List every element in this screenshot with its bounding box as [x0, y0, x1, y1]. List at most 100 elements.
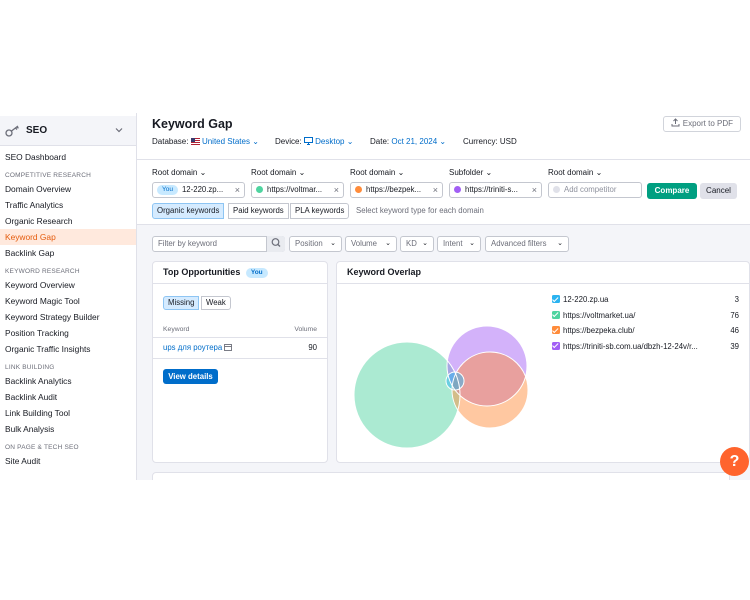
domain-type-selector[interactable]: Subfolder ⌄: [449, 168, 492, 177]
advanced-filters[interactable]: Advanced filters ⌄: [485, 236, 569, 252]
tab-missing[interactable]: Missing: [163, 296, 200, 310]
help-button[interactable]: ?: [720, 447, 749, 476]
date-value: Oct 21, 2024: [391, 137, 438, 146]
date-selector[interactable]: Date: Oct 21, 2024 ⌄: [370, 137, 446, 146]
domain-field-competitor-2[interactable]: https://bezpek... ×: [350, 182, 443, 198]
column-header-volume: Volume: [294, 326, 317, 333]
checkbox-icon[interactable]: [552, 310, 560, 319]
domain-field-competitor-3[interactable]: https://triniti-s... ×: [449, 182, 542, 198]
checkbox-icon[interactable]: [552, 295, 560, 303]
keyword-type-hint-link[interactable]: Select keyword type for each domain: [356, 206, 484, 215]
domain-type-selector[interactable]: Root domain ⌄: [152, 168, 206, 177]
sidebar-item[interactable]: Bulk Analysis: [0, 421, 136, 437]
legend-item[interactable]: 12-220.zp.ua: [552, 295, 609, 304]
you-badge: You: [245, 268, 268, 278]
chevron-down-icon[interactable]: [115, 125, 123, 135]
tab-weak[interactable]: Weak: [201, 296, 231, 310]
checkbox-icon[interactable]: [552, 326, 560, 334]
sidebar-item[interactable]: Position Tracking: [0, 325, 136, 341]
page-header: Keyword Gap Export to PDF Database: Unit…: [137, 113, 750, 160]
green-dot-icon: [256, 186, 263, 193]
domain-type-selector[interactable]: Root domain ⌄: [548, 168, 602, 177]
device-selector[interactable]: Device: Desktop ⌄: [275, 137, 353, 146]
sidebar-item[interactable]: Traffic Analytics: [0, 197, 136, 213]
all-keyword-details-card: [152, 472, 730, 480]
desktop-icon: [303, 137, 313, 145]
view-details-button[interactable]: View details: [163, 369, 218, 384]
domain-type-selector[interactable]: Root domain ⌄: [350, 168, 404, 177]
close-icon[interactable]: ×: [235, 183, 240, 197]
close-icon[interactable]: ×: [334, 183, 339, 197]
legend-item[interactable]: https://triniti-sb.com.ua/dbzh-12-24v/r.…: [552, 341, 698, 351]
us-flag-icon: [190, 138, 200, 145]
device-label: Device:: [275, 137, 302, 146]
sidebar-item[interactable]: Domain Overview: [0, 181, 136, 197]
volume-filter[interactable]: Volume ⌄: [345, 236, 397, 252]
legend-label: https://bezpeka.club/: [563, 326, 635, 335]
top-opportunities-title: Top Opportunities You: [163, 267, 272, 278]
chevron-down-icon: ⌄: [330, 240, 336, 247]
close-icon[interactable]: ×: [532, 183, 537, 197]
kd-filter[interactable]: KD ⌄: [400, 236, 434, 252]
legend-label: https://triniti-sb.com.ua/dbzh-12-24v/r.…: [563, 341, 698, 351]
app-window: SEO SEO Dashboard COMPETITIVE RESEARCH Dom…: [0, 113, 750, 480]
legend-value: 39: [730, 341, 739, 351]
chevron-down-icon: ⌄: [422, 240, 428, 247]
cancel-button[interactable]: Cancel: [700, 183, 737, 199]
chevron-down-icon: ⌄: [469, 240, 475, 247]
legend-value: 76: [730, 310, 739, 320]
search-icon[interactable]: [266, 236, 285, 252]
checkbox-icon[interactable]: [552, 341, 560, 350]
close-icon[interactable]: ×: [433, 183, 438, 197]
chevron-down-icon: ⌄: [485, 168, 493, 177]
tab-organic-keywords[interactable]: Organic keywords: [152, 203, 225, 219]
sidebar-seo-header[interactable]: SEO: [0, 116, 136, 146]
sidebar-item[interactable]: Site Audit: [0, 453, 136, 469]
sidebar-section-heading: KEYWORD RESEARCH: [5, 268, 80, 275]
domain-field-you[interactable]: You 12-220.zp... ×: [152, 182, 245, 198]
tab-paid-keywords[interactable]: Paid keywords: [228, 203, 289, 219]
position-filter[interactable]: Position ⌄: [289, 236, 342, 252]
chevron-down-icon: ⌄: [298, 168, 306, 177]
sidebar-item[interactable]: Keyword Overview: [0, 277, 136, 293]
orange-dot-icon: [355, 186, 362, 193]
database-label: Database:: [152, 137, 189, 146]
domain-value: https://bezpek...: [366, 185, 422, 194]
sidebar-item[interactable]: Organic Research: [0, 213, 136, 229]
chevron-down-icon: ⌄: [252, 137, 259, 146]
sidebar-item[interactable]: Keyword Gap: [0, 229, 136, 245]
keyword-overlap-title: Keyword Overlap: [347, 267, 422, 277]
venn-circle-voltmarket: [354, 342, 460, 448]
top-opportunities-card: Top Opportunities You Missing Weak Keywo…: [152, 261, 328, 463]
database-selector[interactable]: Database: United States ⌄: [152, 137, 259, 146]
divider: [153, 337, 327, 338]
chevron-down-icon: ⌄: [557, 240, 563, 247]
keyword-link[interactable]: ups для роутера: [163, 343, 233, 352]
sidebar-item[interactable]: SEO Dashboard: [0, 149, 136, 165]
intent-filter[interactable]: Intent ⌄: [437, 236, 481, 252]
domain-type-selector[interactable]: Root domain ⌄: [251, 168, 305, 177]
export-pdf-button[interactable]: Export to PDF: [662, 116, 741, 132]
sidebar-item[interactable]: Keyword Magic Tool: [0, 293, 136, 309]
sidebar-item[interactable]: Keyword Strategy Builder: [0, 309, 136, 325]
domain-value: https://voltmar...: [267, 185, 323, 194]
keyword-volume: 90: [308, 343, 317, 352]
legend-value: 3: [734, 295, 739, 304]
chevron-down-icon: ⌄: [595, 168, 603, 177]
sidebar-item[interactable]: Link Building Tool: [0, 405, 136, 421]
sidebar-item[interactable]: Organic Traffic Insights: [0, 341, 136, 357]
legend-label: https://voltmarket.ua/: [563, 310, 636, 320]
sidebar-section-heading: LINK BUILDING: [5, 364, 55, 371]
sidebar-item[interactable]: Backlink Audit: [0, 389, 136, 405]
sidebar-item[interactable]: Backlink Gap: [0, 245, 136, 261]
compare-button[interactable]: Compare: [647, 183, 697, 199]
domain-value: 12-220.zp...: [181, 185, 224, 194]
domain-field-competitor-1[interactable]: https://voltmar... ×: [251, 182, 344, 198]
legend-item[interactable]: https://voltmarket.ua/: [552, 310, 636, 320]
divider: [153, 283, 327, 284]
tab-pla-keywords[interactable]: PLA keywords: [290, 203, 350, 219]
add-competitor-input[interactable]: Add competitor: [548, 182, 642, 198]
legend-item[interactable]: https://bezpeka.club/: [552, 326, 635, 335]
empty-dot-icon: [553, 186, 560, 193]
sidebar-item[interactable]: Backlink Analytics: [0, 373, 136, 389]
